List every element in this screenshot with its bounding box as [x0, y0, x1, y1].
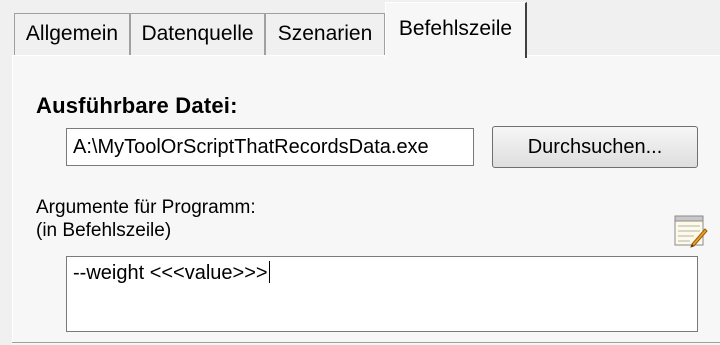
notepad-edit-icon[interactable]: [672, 213, 708, 249]
arguments-label-line1: Argumente für Programm:: [36, 197, 256, 218]
arguments-textarea[interactable]: --weight <<<value>>>: [66, 256, 698, 332]
tab-datenquelle[interactable]: Datenquelle: [130, 13, 265, 56]
panel-bottom-border: [12, 342, 720, 343]
tab-strip: Allgemein Datenquelle Szenarien Befehlsz…: [0, 0, 720, 58]
arguments-label: Argumente für Programm: (in Befehlszeile…: [36, 196, 256, 242]
executable-label: Ausführbare Datei:: [36, 93, 238, 118]
tab-szenarien[interactable]: Szenarien: [265, 13, 385, 56]
arguments-text: --weight <<<value>>>: [73, 262, 268, 284]
tab-allgemein[interactable]: Allgemein: [14, 13, 130, 56]
browse-button[interactable]: Durchsuchen...: [492, 126, 698, 168]
arguments-label-line2: (in Befehlszeile): [36, 220, 172, 241]
tab-befehlszeile[interactable]: Befehlszeile: [385, 2, 527, 58]
text-caret: [268, 261, 270, 283]
executable-path-input[interactable]: [66, 128, 474, 166]
